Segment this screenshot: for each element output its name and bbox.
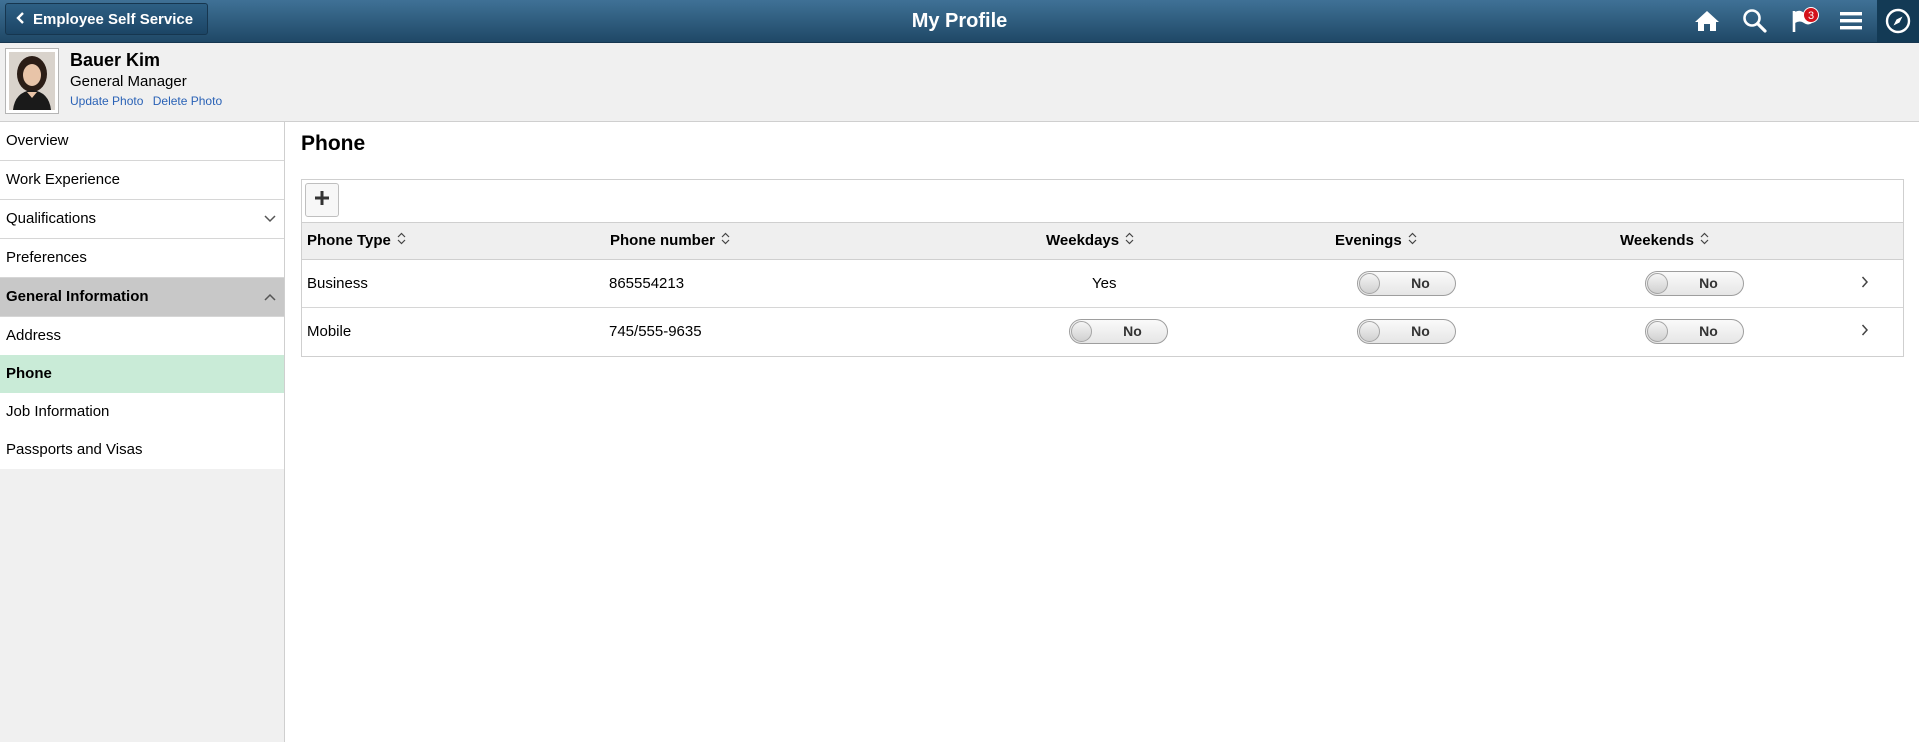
navbar-compass-icon[interactable]: [1877, 0, 1919, 42]
column-label: Phone number: [610, 232, 716, 249]
column-label: Weekdays: [1046, 232, 1120, 249]
search-icon[interactable]: [1741, 8, 1769, 34]
photo-links: Update Photo Delete Photo: [70, 94, 228, 108]
toggle-knob: [1647, 321, 1668, 342]
section-title: Phone: [301, 132, 366, 155]
sidebar-item-job-information[interactable]: Job Information: [0, 393, 284, 431]
main-content: Phone Phone Type Phone number Weekdays E…: [286, 122, 1919, 742]
toggle-knob: [1071, 321, 1092, 342]
sidebar-item-label: Preferences: [6, 249, 87, 266]
toggle-knob: [1647, 273, 1668, 294]
phone-type-cell: Business: [307, 275, 368, 292]
sort-icon: [1408, 223, 1417, 259]
column-header-evenings[interactable]: Evenings: [1335, 223, 1417, 259]
sidebar-item-passports-and-visas[interactable]: Passports and Visas: [0, 431, 284, 469]
home-icon[interactable]: [1693, 8, 1721, 34]
phone-grid: Phone Type Phone number Weekdays Evening…: [301, 179, 1904, 357]
evenings-toggle[interactable]: No: [1357, 271, 1456, 296]
page-title: My Profile: [911, 10, 1008, 32]
sidebar-item-work-experience[interactable]: Work Experience: [0, 161, 284, 200]
top-header: Employee Self Service My Profile 3: [0, 0, 1919, 43]
chevron-right-icon[interactable]: [1861, 275, 1869, 293]
evenings-toggle[interactable]: No: [1357, 319, 1456, 344]
sidebar-item-label: Work Experience: [6, 171, 120, 188]
back-button-label: Employee Self Service: [33, 10, 194, 28]
chevron-right-icon[interactable]: [1861, 323, 1869, 341]
phone-type-cell: Mobile: [307, 323, 352, 340]
employee-name: Bauer Kim: [70, 50, 161, 70]
sidebar-item-label: Qualifications: [6, 210, 97, 227]
delete-photo-link[interactable]: Delete Photo: [153, 94, 222, 108]
sort-icon: [1125, 223, 1134, 259]
sidebar-item-preferences[interactable]: Preferences: [0, 239, 284, 278]
column-label: Weekends: [1620, 232, 1694, 249]
sidebar-item-label: Phone: [6, 365, 52, 382]
weekdays-value: Yes: [1092, 275, 1117, 292]
table-row[interactable]: Mobile 745/555-9635 No No No: [302, 308, 1903, 355]
employee-job-title: General Manager: [70, 73, 187, 90]
column-header-phone-type[interactable]: Phone Type: [307, 223, 406, 259]
avatar: [5, 48, 59, 114]
weekends-toggle[interactable]: No: [1645, 271, 1744, 296]
chevron-down-icon: [264, 200, 276, 238]
weekdays-toggle[interactable]: No: [1069, 319, 1168, 344]
sort-icon: [1700, 223, 1709, 259]
column-header-weekdays[interactable]: Weekdays: [1046, 223, 1134, 259]
grid-header: Phone Type Phone number Weekdays Evening…: [302, 223, 1903, 260]
toggle-label: No: [1411, 323, 1430, 339]
column-label: Phone Type: [307, 232, 391, 249]
notification-badge: 3: [1803, 7, 1819, 23]
toggle-knob: [1359, 273, 1380, 294]
column-header-weekends[interactable]: Weekends: [1620, 223, 1709, 259]
notification-flag-icon[interactable]: 3: [1789, 7, 1819, 34]
toggle-knob: [1359, 321, 1380, 342]
chevron-left-icon: [16, 11, 25, 28]
sidebar-item-qualifications[interactable]: Qualifications: [0, 200, 284, 239]
back-button[interactable]: Employee Self Service: [5, 3, 209, 35]
toggle-label: No: [1699, 323, 1718, 339]
sort-icon: [721, 223, 730, 259]
sidebar-item-label: Job Information: [6, 403, 110, 420]
sort-icon: [397, 223, 406, 259]
phone-number-cell: 745/555-9635: [609, 323, 702, 340]
toggle-label: No: [1699, 275, 1718, 291]
grid-toolbar: [302, 180, 1903, 223]
toggle-label: No: [1123, 323, 1142, 339]
column-header-phone-number[interactable]: Phone number: [610, 223, 730, 259]
sidebar-item-label: General Information: [6, 288, 149, 305]
sidebar-item-label: Address: [6, 327, 62, 344]
sidebar-item-label: Overview: [6, 132, 69, 149]
table-row[interactable]: Business 865554213 Yes No No: [302, 260, 1903, 308]
phone-number-cell: 865554213: [609, 275, 685, 292]
plus-icon: [314, 190, 330, 210]
sidebar-item-label: Passports and Visas: [6, 441, 143, 458]
sidebar-item-address[interactable]: Address: [0, 317, 284, 355]
sidebar-item-general-information[interactable]: General Information: [0, 278, 284, 317]
column-label: Evenings: [1335, 232, 1402, 249]
update-photo-link[interactable]: Update Photo: [70, 94, 143, 108]
toggle-label: No: [1411, 275, 1430, 291]
sidebar-nav: Overview Work Experience Qualifications …: [0, 122, 285, 742]
profile-banner: Bauer Kim General Manager Update Photo D…: [0, 43, 1919, 122]
weekends-toggle[interactable]: No: [1645, 319, 1744, 344]
add-phone-button[interactable]: [305, 183, 339, 217]
sidebar-item-overview[interactable]: Overview: [0, 122, 284, 161]
sidebar-item-phone[interactable]: Phone: [0, 355, 284, 393]
chevron-up-icon: [264, 278, 276, 316]
menu-icon[interactable]: [1837, 8, 1865, 34]
